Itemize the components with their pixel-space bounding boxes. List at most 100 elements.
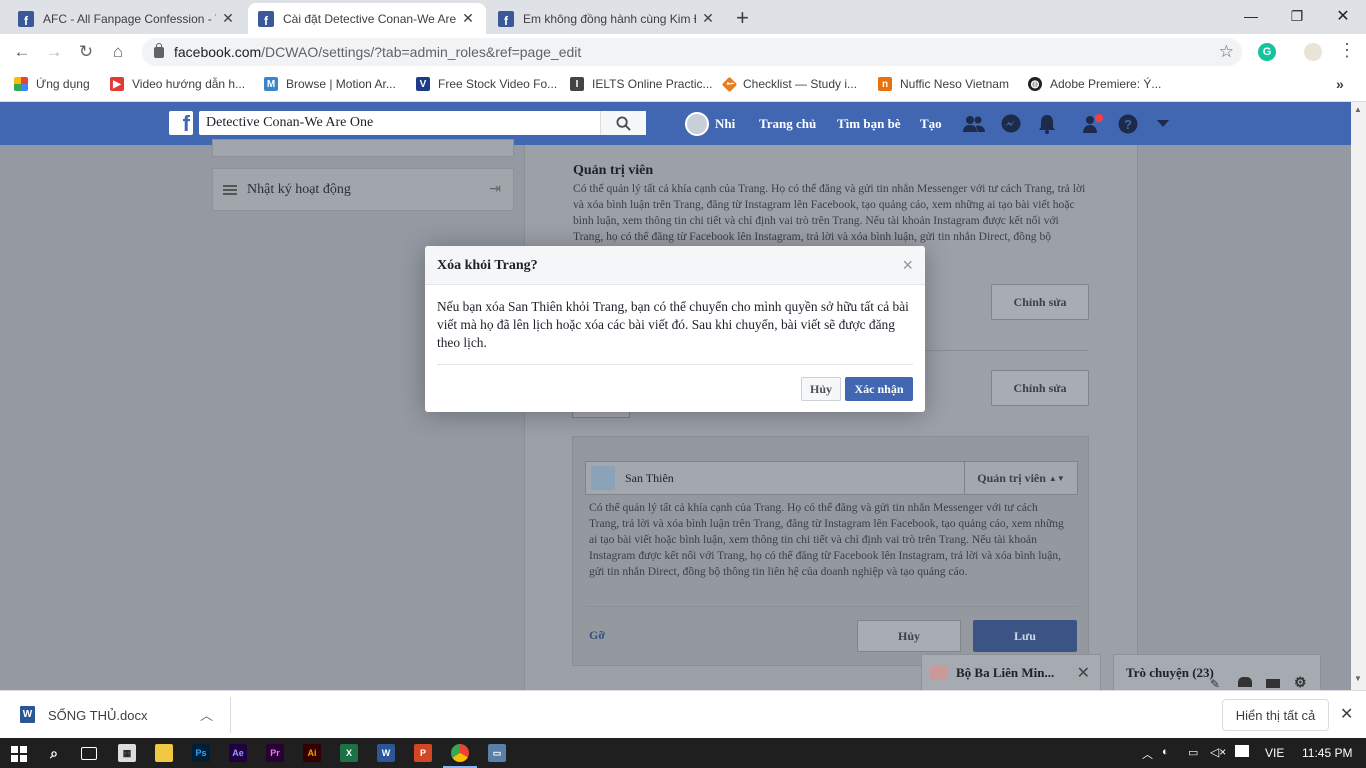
bookmark-stock-video[interactable]: V Free Stock Video Fo... [416, 77, 557, 91]
search-icon [616, 115, 631, 131]
remove-link[interactable]: Gỡ [589, 628, 605, 643]
edit-button-2[interactable]: Chỉnh sửa [991, 370, 1089, 406]
page-scrollbar[interactable]: ▲ ▼ [1351, 102, 1366, 690]
page-roles-icon[interactable] [1082, 113, 1104, 135]
close-icon[interactable]: × [902, 256, 913, 274]
bookmark-apps[interactable]: Ứng dụng [14, 77, 90, 91]
bookmark-label: Browse | Motion Ar... [286, 77, 396, 91]
group-icon[interactable] [1238, 677, 1252, 687]
excel-icon[interactable]: X [340, 744, 358, 762]
friends-icon[interactable] [963, 113, 985, 135]
menu-kebab-icon[interactable]: ⋮ [1338, 40, 1356, 61]
avatar[interactable] [685, 112, 709, 136]
sidebar-item-label: Nhật ký hoạt động [247, 181, 351, 197]
divider [585, 606, 1078, 607]
battery-icon[interactable]: ▭ [1188, 746, 1198, 759]
nav-home[interactable]: Trang chủ [759, 116, 816, 132]
illustrator-icon[interactable]: Ai [303, 744, 321, 762]
tab-afc[interactable]: f AFC - All Fanpage Confession - Tr ✕ [8, 3, 246, 34]
facebook-top-bar: f Detective Conan-We Are One Nhi Trang c… [0, 102, 1366, 145]
bookmarks-overflow-icon[interactable]: » [1336, 76, 1344, 92]
confirm-button[interactable]: Xác nhận [845, 377, 913, 401]
help-icon[interactable]: ? [1117, 113, 1139, 135]
word-doc-icon: W [20, 706, 35, 723]
tab-title: Cài đặt Detective Conan-We Are [283, 11, 456, 26]
search-icon[interactable]: ⌕ [45, 744, 63, 762]
reload-icon[interactable]: ↻ [74, 40, 98, 64]
window-close-icon[interactable]: ✕ [1320, 4, 1366, 28]
network-icon[interactable]: ◐ [1162, 746, 1169, 758]
notifications-bell-icon[interactable] [1036, 113, 1058, 135]
chat-sidebar-tab[interactable]: Trò chuyện (23) ✎ ⚙ [1113, 654, 1321, 691]
new-tab-button[interactable]: + [736, 5, 749, 31]
tab-settings[interactable]: f Cài đặt Detective Conan-We Are ✕ [248, 3, 486, 34]
tab-em-khong[interactable]: f Em không đồng hành cùng Kim Đ ✕ [488, 3, 726, 34]
store-icon[interactable]: ▦ [118, 744, 136, 762]
photoshop-icon[interactable]: Ps [192, 744, 210, 762]
chrome-icon[interactable] [451, 744, 469, 762]
facebook-logo-icon[interactable]: f [169, 111, 193, 135]
premiere-icon[interactable]: Pr [266, 744, 284, 762]
bookmark-checklist[interactable]: ✓ Checklist — Study i... [721, 76, 857, 92]
bookmark-video[interactable]: ▶ Video hướng dẫn h... [110, 77, 245, 91]
download-file-name[interactable]: SỐNG THỦ.docx [48, 708, 147, 723]
scroll-up-icon[interactable]: ▲ [1354, 105, 1362, 114]
powerpoint-icon[interactable]: P [414, 744, 432, 762]
star-icon[interactable]: ☆ [1219, 42, 1234, 62]
action-center-icon[interactable] [1235, 745, 1249, 757]
role-select[interactable]: Quản trị viên ▲▼ [964, 462, 1077, 494]
task-view-icon[interactable] [81, 747, 97, 760]
restore-icon[interactable]: ❐ [1274, 4, 1320, 28]
save-button[interactable]: Lưu [973, 620, 1077, 652]
bookmark-ielts[interactable]: I IELTS Online Practic... [570, 77, 713, 91]
home-icon[interactable]: ⌂ [106, 40, 130, 64]
file-explorer-icon[interactable] [155, 744, 173, 762]
member-role-description: Có thể quản lý tất cả khía cạnh của Tran… [589, 501, 1064, 578]
close-icon[interactable]: ✕ [1077, 663, 1090, 683]
extension-icon[interactable] [1304, 43, 1322, 61]
tray-chevron-icon[interactable]: ︿ [1142, 746, 1153, 762]
chat-label: Trò chuyện (23) [1126, 664, 1214, 680]
language-indicator[interactable]: VIE [1265, 746, 1284, 760]
bookmark-adobe-premiere[interactable]: ◍ Adobe Premiere: Ý... [1028, 77, 1161, 91]
video-call-icon[interactable] [1266, 679, 1280, 688]
clock[interactable]: 11:45 PM [1302, 746, 1352, 760]
sidebar-item-activity-log[interactable]: Nhật ký hoạt động ⇥ [212, 168, 514, 211]
avatar [591, 466, 615, 490]
videvo-icon: V [416, 77, 430, 91]
show-all-button[interactable]: Hiển thị tất cả [1222, 699, 1329, 731]
messenger-icon[interactable] [1000, 113, 1022, 135]
minimize-icon[interactable]: — [1228, 4, 1274, 28]
chevron-up-icon[interactable]: ︿ [200, 705, 213, 724]
grammarly-icon[interactable]: G [1258, 43, 1276, 61]
nav-find-friends[interactable]: Tìm bạn bè [837, 116, 901, 132]
chat-tab-group[interactable]: Bộ Ba Liên Min... ✕ [921, 654, 1101, 690]
back-icon[interactable]: ← [10, 40, 34, 64]
bookmark-motion-array[interactable]: M Browse | Motion Ar... [264, 77, 396, 91]
volume-icon[interactable]: ◁× [1210, 745, 1226, 759]
close-icon[interactable]: ✕ [1340, 704, 1353, 724]
facebook-search[interactable]: Detective Conan-We Are One [199, 111, 646, 135]
facebook-favicon-icon: f [18, 10, 34, 27]
tab-close-icon[interactable]: ✕ [700, 10, 716, 27]
scroll-down-icon[interactable]: ▼ [1354, 674, 1362, 683]
after-effects-icon[interactable]: Ae [229, 744, 247, 762]
account-dropdown-icon[interactable] [1152, 113, 1174, 135]
nav-create[interactable]: Tạo [920, 116, 942, 132]
search-input[interactable]: Detective Conan-We Are One [199, 115, 600, 131]
remove-from-page-dialog: Xóa khỏi Trang? × Nếu bạn xóa San Thiên … [425, 246, 925, 412]
cancel-button[interactable]: Hủy [801, 377, 841, 401]
tab-close-icon[interactable]: ✕ [460, 10, 476, 27]
search-button[interactable] [600, 111, 646, 135]
forward-icon[interactable]: → [42, 40, 66, 64]
remote-desktop-icon[interactable]: ▭ [488, 744, 506, 762]
group-avatar [930, 665, 948, 680]
word-icon[interactable]: W [377, 744, 395, 762]
panel-cancel-button[interactable]: Hủy [857, 620, 961, 652]
address-bar[interactable]: facebook.com/DCWAO/settings/?tab=admin_r… [142, 38, 1242, 66]
apps-grid-icon [14, 77, 28, 91]
tab-close-icon[interactable]: ✕ [220, 10, 236, 27]
bookmark-nuffic[interactable]: n Nuffic Neso Vietnam [878, 77, 1009, 91]
edit-button[interactable]: Chỉnh sửa [991, 284, 1089, 320]
nav-profile[interactable]: Nhi [715, 116, 735, 132]
